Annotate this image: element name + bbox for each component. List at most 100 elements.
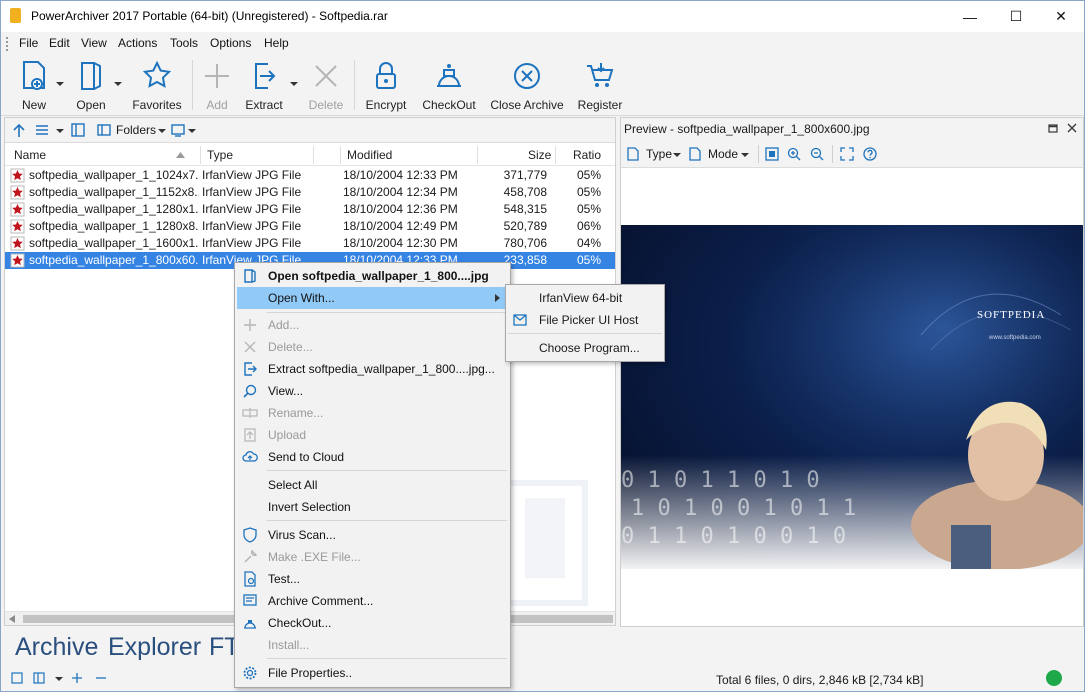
ctx-send-to-cloud-label: Send to Cloud	[268, 450, 345, 464]
extract-button[interactable]: Extract	[245, 60, 283, 114]
open-dropdown-arrow[interactable]	[114, 82, 122, 86]
mode-dropdown[interactable]: Mode	[689, 146, 751, 162]
ctx-separator	[267, 658, 507, 659]
file-ratio-cell: 05%	[576, 253, 601, 267]
status-layout-icon[interactable]	[11, 672, 23, 684]
ctx-add[interactable]: Add...	[237, 314, 508, 336]
panel-icon[interactable]	[71, 123, 85, 137]
zoom-out-icon[interactable]	[810, 147, 824, 161]
ctx-invert-selection-label: Invert Selection	[268, 500, 351, 514]
menu-tools[interactable]: Tools	[170, 36, 198, 50]
column-divider[interactable]	[200, 146, 201, 164]
file-name-cell: softpedia_wallpaper_1_1280x1...	[29, 202, 199, 216]
favorites-label: Favorites	[132, 98, 182, 112]
register-button[interactable]: Register	[575, 60, 625, 114]
submenu-file-picker[interactable]: File Picker UI Host	[508, 309, 662, 331]
add-tab-icon[interactable]	[71, 672, 83, 684]
extract-label: Extract	[245, 98, 283, 112]
menu-edit[interactable]: Edit	[49, 36, 70, 50]
encrypt-button[interactable]: Encrypt	[363, 60, 409, 114]
ctx-open-with[interactable]: Open With...	[237, 287, 508, 309]
table-row[interactable]: softpedia_wallpaper_1_1280x8... IrfanView…	[5, 218, 615, 235]
add-button[interactable]: Add	[201, 60, 233, 114]
table-row[interactable]: softpedia_wallpaper_1_1600x1... IrfanView…	[5, 235, 615, 252]
close-window-button[interactable]: ✕	[1038, 1, 1084, 32]
ctx-extract[interactable]: Extract softpedia_wallpaper_1_800....jpg…	[237, 358, 508, 380]
menu-file[interactable]: File	[19, 36, 38, 50]
list-view-icon[interactable]	[35, 124, 49, 136]
ctx-send-to-cloud[interactable]: Send to Cloud	[237, 446, 508, 468]
column-type[interactable]: Type	[207, 148, 233, 162]
new-button[interactable]: New	[17, 60, 51, 114]
ctx-test[interactable]: Test...	[237, 568, 508, 590]
minimize-button[interactable]: —	[947, 1, 993, 32]
preview-toolbar-separator	[758, 145, 759, 163]
status-text: Total 6 files, 0 dirs, 2,846 kB [2,734 k…	[716, 673, 924, 687]
register-label: Register	[577, 98, 623, 112]
submenu-choose-program[interactable]: Choose Program...	[508, 337, 662, 359]
ctx-file-properties[interactable]: File Properties..	[237, 662, 508, 684]
display-icon[interactable]	[171, 123, 185, 137]
open-label: Open	[76, 98, 106, 112]
ctx-test-label: Test...	[268, 572, 301, 586]
ctx-open[interactable]: Open softpedia_wallpaper_1_800....jpg	[237, 265, 508, 287]
ctx-make-exe[interactable]: Make .EXE File...	[237, 546, 508, 568]
status-panel-icon[interactable]	[33, 672, 45, 684]
ctx-select-all[interactable]: Select All	[237, 474, 508, 496]
type-dropdown[interactable]: Type	[627, 146, 683, 162]
ctx-checkout[interactable]: CheckOut...	[237, 612, 508, 634]
new-dropdown-arrow[interactable]	[56, 82, 64, 86]
open-button[interactable]: Open	[74, 60, 108, 114]
menu-help[interactable]: Help	[264, 36, 289, 50]
checkout-icon	[244, 620, 256, 629]
status-panel-dropdown[interactable]	[55, 677, 63, 681]
table-row[interactable]: softpedia_wallpaper_1_1024x7... IrfanView…	[5, 167, 615, 184]
column-ratio[interactable]: Ratio	[573, 148, 601, 162]
column-divider[interactable]	[340, 146, 341, 164]
column-name[interactable]: Name	[14, 148, 46, 162]
maximize-button[interactable]: ☐	[993, 1, 1039, 32]
file-size-cell: 371,779	[503, 168, 547, 182]
menu-actions[interactable]: Actions	[118, 36, 157, 50]
submenu-irfanview[interactable]: IrfanView 64-bit	[508, 287, 662, 309]
ctx-view[interactable]: View...	[237, 380, 508, 402]
zoom-in-icon[interactable]	[787, 147, 801, 161]
ctx-upload-label: Upload	[268, 428, 307, 442]
display-dropdown-arrow[interactable]	[188, 129, 196, 133]
column-size[interactable]: Size	[528, 148, 551, 162]
extract-icon	[244, 362, 257, 376]
scroll-left-icon[interactable]	[9, 615, 15, 623]
table-row[interactable]: softpedia_wallpaper_1_1280x1... IrfanView…	[5, 201, 615, 218]
column-divider[interactable]	[313, 146, 314, 164]
up-arrow-icon[interactable]	[13, 123, 25, 137]
column-divider[interactable]	[477, 146, 478, 164]
restore-pane-icon[interactable]	[1048, 123, 1058, 133]
remove-tab-icon[interactable]	[95, 672, 107, 684]
menu-view[interactable]: View	[81, 36, 107, 50]
favorites-button[interactable]: Favorites	[132, 60, 182, 114]
table-row[interactable]: softpedia_wallpaper_1_1152x8... IrfanView…	[5, 184, 615, 201]
view-dropdown-arrow[interactable]	[56, 129, 64, 133]
tab-explorer[interactable]: Explorer	[108, 633, 201, 662]
close-archive-button[interactable]: Close Archive	[489, 60, 565, 114]
column-divider[interactable]	[555, 146, 556, 164]
encrypt-label: Encrypt	[365, 98, 407, 112]
extract-dropdown-arrow[interactable]	[290, 82, 298, 86]
checkout-button[interactable]: CheckOut	[419, 60, 479, 114]
fullscreen-icon[interactable]	[840, 147, 854, 161]
ctx-rename[interactable]: Rename...	[237, 402, 508, 424]
fit-image-icon[interactable]	[765, 147, 779, 161]
ctx-virus-scan[interactable]: Virus Scan...	[237, 524, 508, 546]
ctx-delete[interactable]: Delete...	[237, 336, 508, 358]
delete-button[interactable]: Delete	[307, 60, 345, 114]
ctx-invert-selection[interactable]: Invert Selection	[237, 496, 508, 518]
ctx-archive-comment[interactable]: Archive Comment...	[237, 590, 508, 612]
tab-archive[interactable]: Archive	[15, 633, 98, 662]
ctx-checkout-label: CheckOut...	[268, 616, 332, 630]
close-pane-icon[interactable]	[1067, 123, 1077, 133]
column-modified[interactable]: Modified	[347, 148, 392, 162]
menu-options[interactable]: Options	[210, 36, 251, 50]
help-icon[interactable]	[863, 147, 877, 161]
ctx-install[interactable]: Install...	[237, 634, 508, 656]
ctx-upload[interactable]: Upload	[237, 424, 508, 446]
